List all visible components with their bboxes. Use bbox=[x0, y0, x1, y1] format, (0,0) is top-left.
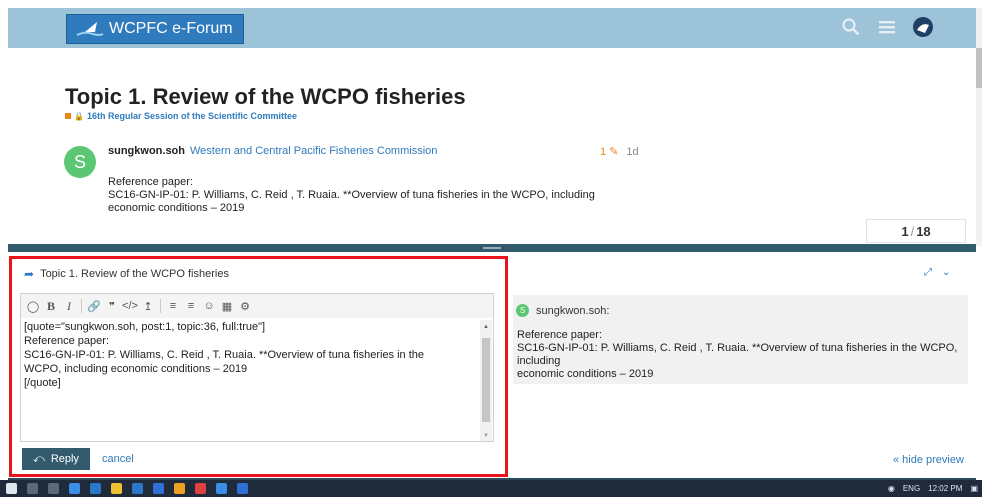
preview-avatar: S bbox=[516, 304, 529, 317]
category-color-swatch bbox=[65, 113, 71, 119]
post-body-line: Reference paper: bbox=[108, 176, 193, 188]
composer-preview: S sungkwon.soh: Reference paper: SC16-GN… bbox=[513, 295, 968, 384]
preview-quote-body: Reference paper: SC16-GN-IP-01: P. Willi… bbox=[517, 329, 965, 381]
edge-icon[interactable] bbox=[90, 483, 101, 494]
category-badge[interactable]: 🔒 16th Regular Session of the Scientific… bbox=[65, 111, 297, 121]
site-header: WCPFC e-Forum bbox=[8, 8, 976, 48]
preview-line: SC16-GN-IP-01: P. Williams, C. Reid , T.… bbox=[517, 342, 958, 367]
app-icon[interactable] bbox=[69, 483, 80, 494]
wifi-icon[interactable]: ◉ bbox=[888, 484, 895, 493]
post-author: sungkwon.soh Western and Central Pacific… bbox=[108, 145, 437, 157]
edit-count: 1 bbox=[600, 146, 607, 158]
numbered-list-icon[interactable]: ≡ bbox=[183, 298, 199, 314]
scroll-down-arrow-icon[interactable]: ▼ bbox=[483, 433, 489, 439]
scroll-up-arrow-icon[interactable]: ▲ bbox=[483, 324, 489, 330]
task-view-icon[interactable] bbox=[48, 483, 59, 494]
post-organization: Western and Central Pacific Fisheries Co… bbox=[190, 145, 438, 157]
composer-editor: ◯ B I 🔗 ❞ </> ↥ ≡ ≡ ☺ ▦ ⚙ [quote="sungkw… bbox=[20, 293, 494, 442]
lock-icon: 🔒 bbox=[74, 111, 84, 121]
post-meta: 1 ✎ 1d bbox=[600, 145, 639, 159]
search-icon[interactable] bbox=[840, 16, 862, 38]
reply-arrow-icon: ⤺ bbox=[33, 452, 45, 465]
bullet-list-icon[interactable]: ≡ bbox=[165, 298, 181, 314]
reply-button-label: Reply bbox=[50, 453, 79, 465]
system-tray: ◉ ENG 12:02 PM ▣ bbox=[888, 480, 978, 497]
screen: { "site": { "title": "WCPFC e-Forum" }, … bbox=[0, 0, 982, 497]
preview-username: sungkwon.soh: bbox=[536, 304, 610, 317]
post-body-line: SC16-GN-IP-01: P. Williams, C. Reid , T.… bbox=[108, 189, 595, 201]
store-icon[interactable] bbox=[111, 483, 122, 494]
site-title: WCPFC e-Forum bbox=[109, 20, 233, 37]
code-icon[interactable]: </> bbox=[122, 298, 138, 314]
post-body: Reference paper: SC16-GN-IP-01: P. Willi… bbox=[108, 176, 668, 215]
search-icon[interactable] bbox=[27, 483, 38, 494]
post-username[interactable]: sungkwon.soh bbox=[108, 145, 185, 157]
progress-current: 1 bbox=[901, 223, 909, 239]
app-icon[interactable] bbox=[216, 483, 227, 494]
edit-history[interactable]: 1 ✎ bbox=[600, 145, 618, 158]
upload-icon[interactable]: ↥ bbox=[140, 298, 156, 314]
editor-textarea[interactable]: [quote="sungkwon.soh, post:1, topic:36, … bbox=[24, 320, 480, 390]
site-logo[interactable]: WCPFC e-Forum bbox=[66, 14, 244, 44]
start-icon[interactable] bbox=[6, 483, 17, 494]
preview-line: Reference paper: bbox=[517, 329, 602, 341]
category-label: 16th Regular Session of the Scientific C… bbox=[86, 111, 298, 121]
post-progress-counter[interactable]: 1/18 bbox=[866, 219, 966, 243]
preview-line: economic conditions – 2019 bbox=[517, 368, 654, 380]
italic-icon[interactable]: I bbox=[61, 298, 77, 314]
post-avatar[interactable]: S bbox=[64, 146, 96, 178]
composer-grip-handle[interactable] bbox=[483, 247, 501, 249]
app-icon[interactable] bbox=[237, 483, 248, 494]
editor-scrollbar-thumb[interactable] bbox=[482, 338, 490, 422]
clock[interactable]: 12:02 PM bbox=[928, 484, 962, 493]
hamburger-menu-icon[interactable] bbox=[876, 16, 898, 38]
user-avatar-icon[interactable] bbox=[912, 16, 934, 38]
reply-to-header: ➦ Topic 1. Review of the WCPO fisheries bbox=[24, 267, 229, 281]
app-icon[interactable] bbox=[195, 483, 206, 494]
page-scrollbar[interactable] bbox=[976, 8, 982, 246]
chrome-icon[interactable] bbox=[174, 483, 185, 494]
pencil-icon: ✎ bbox=[609, 146, 619, 158]
windows-taskbar bbox=[0, 480, 982, 497]
cancel-link[interactable]: cancel bbox=[102, 453, 134, 465]
header-icons bbox=[840, 16, 934, 38]
post-age[interactable]: 1d bbox=[626, 146, 638, 158]
calendar-icon[interactable]: ▦ bbox=[219, 298, 235, 314]
notification-icon[interactable]: ▣ bbox=[970, 484, 978, 493]
topic-title[interactable]: Topic 1. Review of the WCPO fisheries bbox=[65, 84, 466, 110]
speech-bubble-icon[interactable]: ◯ bbox=[25, 298, 41, 314]
quote-icon[interactable]: ❞ bbox=[104, 298, 120, 314]
progress-total: 18 bbox=[916, 223, 931, 239]
outlook-icon[interactable] bbox=[153, 483, 164, 494]
gear-icon[interactable]: ⚙ bbox=[237, 298, 253, 314]
fish-logo-icon bbox=[75, 18, 105, 40]
toolbar-divider bbox=[160, 299, 161, 313]
composer-controls: ⤢ ⌄ bbox=[924, 267, 950, 278]
progress-separator: / bbox=[910, 223, 915, 239]
collapse-chevron-icon[interactable]: ⌄ bbox=[942, 267, 950, 278]
language-indicator[interactable]: ENG bbox=[903, 484, 920, 493]
reply-button[interactable]: ⤺ Reply bbox=[22, 448, 90, 470]
expand-icon[interactable]: ⤢ bbox=[924, 267, 932, 278]
ie-icon[interactable] bbox=[132, 483, 143, 494]
hide-preview-link[interactable]: « hide preview bbox=[893, 454, 964, 466]
toolbar-divider bbox=[81, 299, 82, 313]
post-body-line: economic conditions – 2019 bbox=[108, 202, 245, 214]
preview-quote-author: S sungkwon.soh: bbox=[516, 304, 609, 317]
reply-to-title[interactable]: Topic 1. Review of the WCPO fisheries bbox=[40, 268, 229, 280]
emoji-icon[interactable]: ☺ bbox=[201, 298, 217, 314]
link-icon[interactable]: 🔗 bbox=[86, 298, 102, 314]
page-scrollbar-thumb[interactable] bbox=[976, 48, 982, 88]
reply-arrow-icon: ➦ bbox=[24, 267, 35, 281]
editor-toolbar: ◯ B I 🔗 ❞ </> ↥ ≡ ≡ ☺ ▦ ⚙ bbox=[21, 294, 493, 318]
bold-icon[interactable]: B bbox=[43, 298, 59, 314]
